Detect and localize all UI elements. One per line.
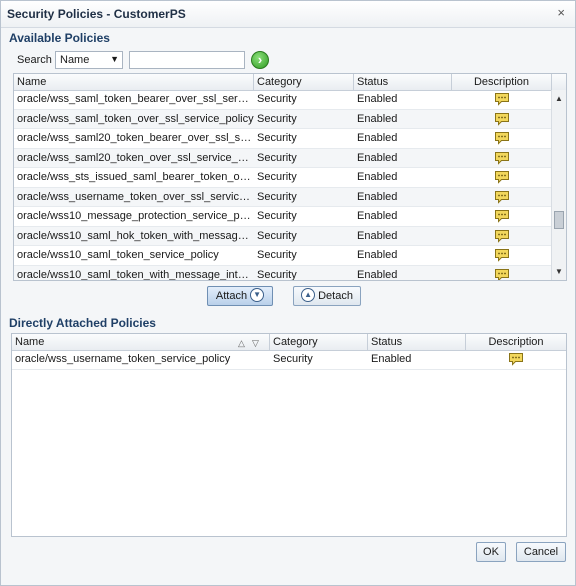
available-policies-table: Name Category Status Description oracle/… xyxy=(13,73,567,281)
attach-button[interactable]: Attach ▼ xyxy=(207,286,273,306)
vertical-scrollbar[interactable]: ▲ ▼ xyxy=(551,90,566,280)
cell-name: oracle/wss_saml_token_over_ssl_service_p… xyxy=(17,112,254,125)
comment-icon[interactable] xyxy=(494,170,510,184)
table-row[interactable]: oracle/wss10_saml_token_service_policy Se… xyxy=(14,246,566,266)
cell-name: oracle/wss_sts_issued_saml_bearer_token_… xyxy=(17,171,254,183)
scroll-up-icon[interactable]: ▲ xyxy=(555,94,563,103)
search-label: Search xyxy=(17,54,52,66)
sort-descending-icon[interactable]: ▽ xyxy=(252,335,259,351)
table-row[interactable]: oracle/wss_sts_issued_saml_bearer_token_… xyxy=(14,168,566,188)
cell-category: Security xyxy=(257,93,297,105)
cell-name: oracle/wss_saml_token_bearer_over_ssl_se… xyxy=(17,93,254,105)
cell-category: Security xyxy=(257,210,297,222)
detach-button[interactable]: ▲ Detach xyxy=(293,286,361,306)
sort-ascending-icon[interactable]: △ xyxy=(238,335,245,351)
dialog-title: Security Policies - CustomerPS xyxy=(7,7,186,21)
comment-icon[interactable] xyxy=(494,248,510,262)
column-header-name[interactable]: Name △ ▽ xyxy=(12,334,270,350)
ok-button[interactable]: OK xyxy=(476,542,506,562)
comment-icon[interactable] xyxy=(494,190,510,204)
cell-name: oracle/wss10_message_protection_service_… xyxy=(17,210,254,222)
cell-status: Enabled xyxy=(357,171,398,183)
comment-icon[interactable] xyxy=(494,268,510,280)
comment-icon[interactable] xyxy=(494,92,510,106)
cell-status: Enabled xyxy=(371,353,412,365)
table-row[interactable]: oracle/wss10_saml_token_with_message_int… xyxy=(14,265,566,281)
cell-category: Security xyxy=(257,229,297,242)
security-policies-dialog: Security Policies - CustomerPS × Availab… xyxy=(0,0,576,586)
comment-icon[interactable] xyxy=(508,352,524,366)
cell-name: oracle/wss10_saml_token_with_message_int… xyxy=(17,268,254,281)
cell-name: oracle/wss10_saml_hok_token_with_message… xyxy=(17,229,254,242)
search-field-value: Name xyxy=(60,54,90,66)
cell-category: Security xyxy=(257,190,297,203)
table-row[interactable]: oracle/wss_saml_token_bearer_over_ssl_se… xyxy=(14,90,566,110)
cell-status: Enabled xyxy=(357,151,398,164)
scrollbar-thumb[interactable] xyxy=(554,211,564,229)
table-row[interactable]: oracle/wss_username_token_service_policy… xyxy=(12,350,566,370)
table-row[interactable]: oracle/wss_saml_token_over_ssl_service_p… xyxy=(14,109,566,129)
column-header-status[interactable]: Status xyxy=(354,74,452,90)
cell-name: oracle/wss10_saml_token_service_policy xyxy=(17,249,219,261)
attached-policies-table: Name △ ▽ Category Status Description ora… xyxy=(11,333,567,537)
cell-category: Security xyxy=(257,132,297,144)
column-header-description[interactable]: Description xyxy=(452,74,552,90)
table-row[interactable]: oracle/wss10_message_protection_service_… xyxy=(14,207,566,227)
cell-status: Enabled xyxy=(357,132,398,144)
cell-category: Security xyxy=(257,249,297,261)
cell-status: Enabled xyxy=(357,210,398,222)
search-field-select[interactable]: Name ▼ xyxy=(55,51,123,69)
cell-status: Enabled xyxy=(357,268,398,281)
column-header-name-label: Name xyxy=(15,336,45,348)
table-row[interactable]: oracle/wss10_saml_hok_token_with_message… xyxy=(14,226,566,246)
cell-category: Security xyxy=(257,171,297,183)
cell-category: Security xyxy=(257,151,297,164)
comment-icon[interactable] xyxy=(494,209,510,223)
attached-policies-title: Directly Attached Policies xyxy=(9,316,156,330)
cell-status: Enabled xyxy=(357,249,398,261)
chevron-down-icon: ▼ xyxy=(110,54,119,64)
comment-icon[interactable] xyxy=(494,131,510,145)
close-icon[interactable]: × xyxy=(557,5,565,20)
table-header: Name △ ▽ Category Status Description xyxy=(12,334,566,351)
available-policies-title: Available Policies xyxy=(9,31,110,45)
cell-status: Enabled xyxy=(357,229,398,242)
cell-status: Enabled xyxy=(357,93,398,105)
chevron-up-circle-icon: ▲ xyxy=(301,288,316,303)
table-row[interactable]: oracle/wss_username_token_over_ssl_servi… xyxy=(14,187,566,207)
cell-name: oracle/wss_username_token_service_policy xyxy=(15,353,231,365)
attach-label: Attach xyxy=(215,290,248,302)
cell-category: Security xyxy=(257,268,297,281)
cell-name: oracle/wss_saml20_token_over_ssl_service… xyxy=(17,151,254,164)
table-row[interactable]: oracle/wss_saml20_token_bearer_over_ssl_… xyxy=(14,129,566,149)
comment-icon[interactable] xyxy=(494,229,510,243)
go-arrow-icon[interactable]: › xyxy=(251,51,269,69)
table-header: Name Category Status Description xyxy=(14,74,566,91)
column-header-category[interactable]: Category xyxy=(254,74,354,90)
column-header-status[interactable]: Status xyxy=(368,334,466,350)
cell-name: oracle/wss_saml20_token_bearer_over_ssl_… xyxy=(17,132,254,144)
cell-name: oracle/wss_username_token_over_ssl_servi… xyxy=(17,190,254,203)
comment-icon[interactable] xyxy=(494,112,510,126)
search-input[interactable] xyxy=(129,51,245,69)
comment-icon[interactable] xyxy=(494,151,510,165)
detach-label: Detach xyxy=(318,290,353,302)
table-row[interactable]: oracle/wss_saml20_token_over_ssl_service… xyxy=(14,148,566,168)
column-header-category[interactable]: Category xyxy=(270,334,368,350)
chevron-down-circle-icon: ▼ xyxy=(250,288,265,303)
column-header-description[interactable]: Description xyxy=(466,334,566,350)
cell-status: Enabled xyxy=(357,190,398,203)
dialog-titlebar: Security Policies - CustomerPS × xyxy=(1,1,575,28)
cancel-button[interactable]: Cancel xyxy=(516,542,566,562)
cell-category: Security xyxy=(273,353,313,365)
cell-category: Security xyxy=(257,112,297,125)
cell-status: Enabled xyxy=(357,112,398,125)
column-header-name[interactable]: Name xyxy=(14,74,254,90)
scroll-down-icon[interactable]: ▼ xyxy=(555,267,563,276)
